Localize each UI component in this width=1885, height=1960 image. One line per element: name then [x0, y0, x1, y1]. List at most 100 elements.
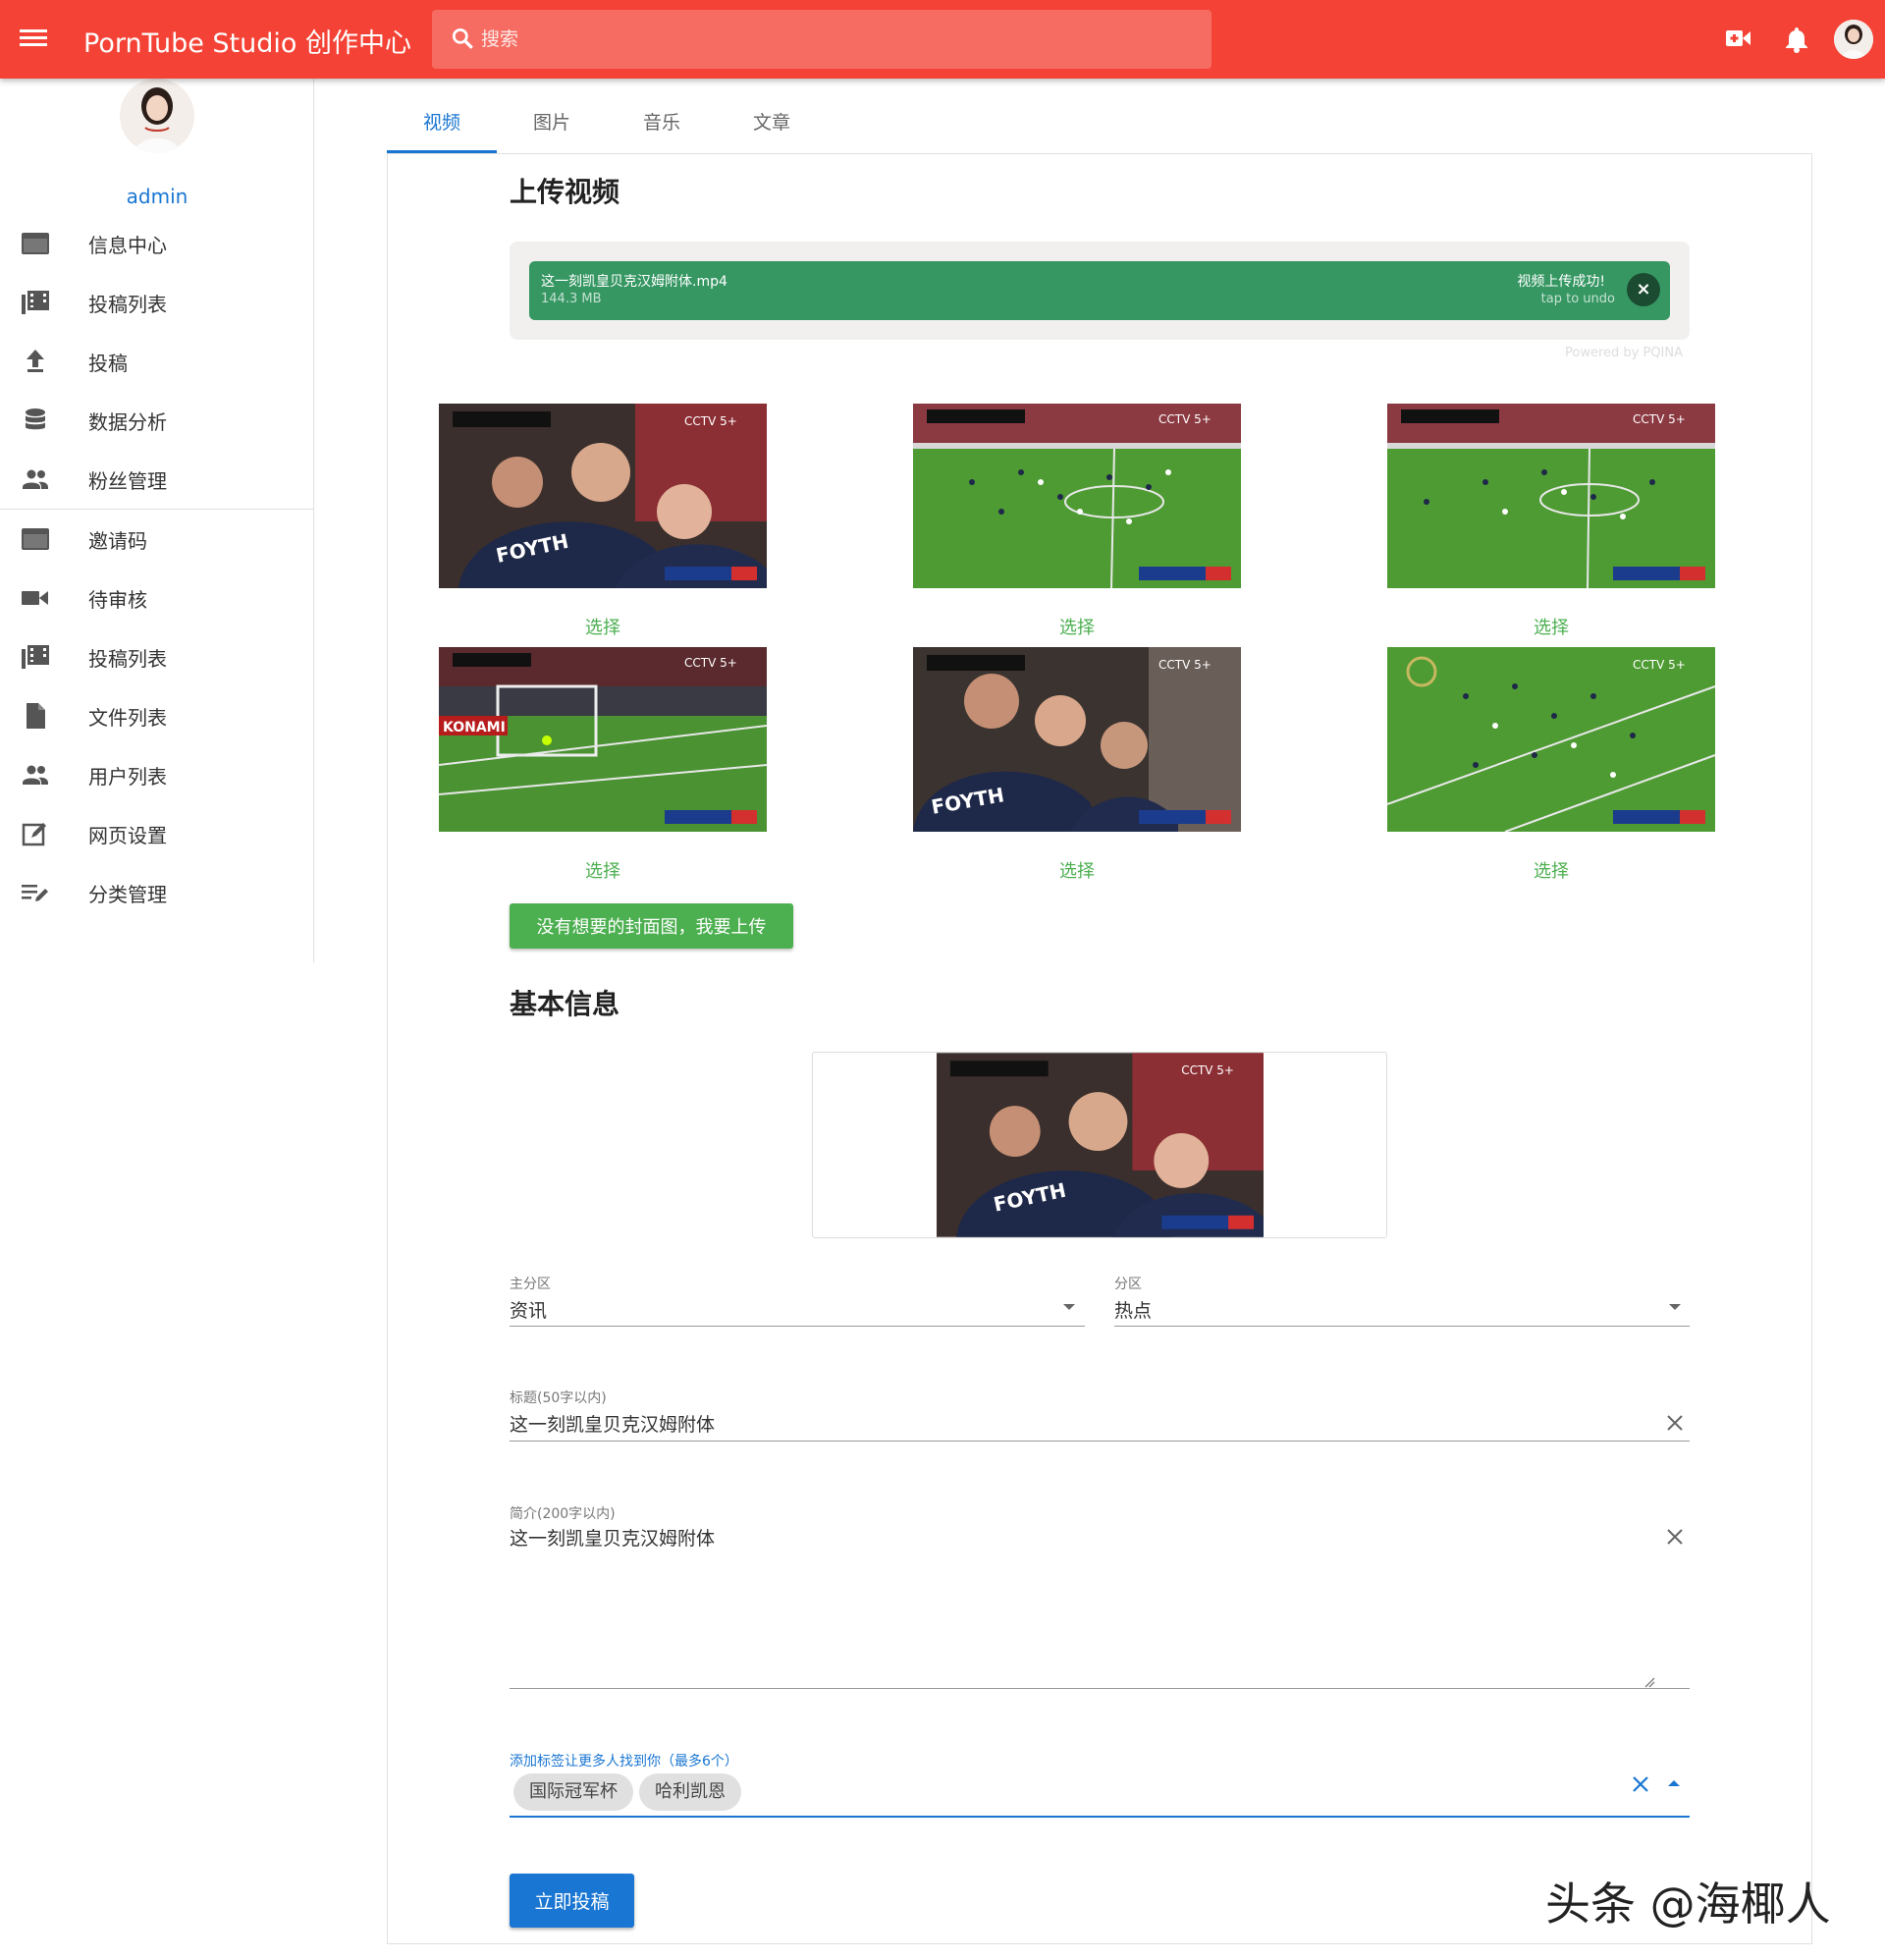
tag-chip[interactable]: 国际冠军杯	[513, 1773, 633, 1811]
tab-articles[interactable]: 文章	[717, 98, 827, 153]
sidebar-item-users[interactable]: 用户列表	[0, 745, 314, 804]
description-textarea[interactable]: 这一刻凯皇贝克汉姆附体	[510, 1524, 1648, 1681]
watermark: 头条 @海椰人	[1545, 1878, 1831, 1931]
sidebar-item-invite[interactable]: 邀请码	[0, 510, 314, 569]
sidebar-item-page-settings[interactable]: 网页设置	[0, 804, 314, 863]
upload-cover-button[interactable]: 没有想要的封面图，我要上传	[510, 903, 793, 949]
library-icon	[22, 291, 49, 314]
description-underline	[510, 1688, 1690, 1689]
clear-icon[interactable]	[1666, 1414, 1684, 1432]
selected-cover-image: CCTV 5+ FOYTH	[937, 1053, 1264, 1237]
file-icon	[27, 703, 45, 729]
search-icon	[452, 27, 473, 49]
sub-category-label: 分区	[1114, 1277, 1142, 1292]
sidebar-item-label: 投稿	[88, 352, 128, 375]
description-field-label: 简介(200字以内)	[510, 1506, 616, 1522]
dashboard-icon	[22, 233, 49, 254]
cover-thumbnail-2[interactable]: CCTV 5+	[913, 404, 1241, 588]
chevron-down-icon[interactable]	[1669, 1304, 1681, 1310]
choose-cover-5[interactable]: 选择	[913, 857, 1241, 883]
submit-button[interactable]: 立即投稿	[510, 1874, 634, 1928]
search-box[interactable]	[432, 10, 1212, 69]
choose-cover-6[interactable]: 选择	[1387, 857, 1715, 883]
file-size: 144.3 MB	[541, 292, 602, 306]
cover-thumbnail-4[interactable]: KONAMI CCTV 5+	[439, 647, 767, 832]
main-category-underline	[510, 1326, 1085, 1327]
tab-music[interactable]: 音乐	[607, 98, 717, 153]
title-field[interactable]: 这一刻凯皇贝克汉姆附体	[510, 1410, 1648, 1440]
sidebar-item-analytics[interactable]: 数据分析	[0, 391, 314, 450]
svg-text:CCTV 5+: CCTV 5+	[1181, 1063, 1234, 1077]
cover-thumbnail-1[interactable]: CCTV 5+ FOYTH	[439, 404, 767, 588]
sidebar-item-submissions[interactable]: 投稿列表	[0, 273, 314, 332]
tag-chip[interactable]: 哈利凯恩	[639, 1773, 741, 1811]
sidebar-item-review[interactable]: 待审核	[0, 569, 314, 627]
sidebar-item-submissions-2[interactable]: 投稿列表	[0, 627, 314, 686]
cover-thumbnail-3[interactable]: CCTV 5+	[1387, 404, 1715, 588]
app-bar: PornTube Studio 创作中心	[0, 0, 1885, 79]
clear-icon[interactable]	[1666, 1528, 1684, 1546]
tab-images[interactable]: 图片	[497, 98, 607, 153]
selected-cover-preview: CCTV 5+ FOYTH	[812, 1052, 1387, 1238]
sidebar-item-label: 分类管理	[88, 883, 167, 906]
sub-category-underline	[1114, 1326, 1690, 1327]
sidebar-item-files[interactable]: 文件列表	[0, 686, 314, 745]
svg-text:CCTV 5+: CCTV 5+	[684, 656, 737, 670]
sidebar-username[interactable]: admin	[0, 185, 314, 208]
svg-text:CCTV 5+: CCTV 5+	[1633, 658, 1686, 672]
sidebar-item-fans[interactable]: 粉丝管理	[0, 450, 314, 509]
svg-text:CCTV 5+: CCTV 5+	[1158, 658, 1212, 672]
clear-icon[interactable]	[1632, 1775, 1649, 1793]
cover-thumbnail-5[interactable]: CCTV 5+ FOYTH	[913, 647, 1241, 832]
sidebar-item-categories[interactable]: 分类管理	[0, 863, 314, 922]
people-icon	[23, 765, 48, 785]
people-icon	[23, 469, 48, 489]
resize-handle-icon[interactable]	[1643, 1676, 1655, 1688]
search-input[interactable]	[481, 10, 1168, 69]
choose-cover-3[interactable]: 选择	[1387, 614, 1715, 639]
sidebar-item-label: 待审核	[88, 588, 147, 612]
main-category-select[interactable]: 资讯	[510, 1296, 1084, 1326]
basic-info-heading: 基本信息	[510, 988, 620, 1020]
sidebar-item-label: 邀请码	[88, 529, 147, 553]
avatar[interactable]	[1834, 20, 1873, 59]
sub-category-select[interactable]: 热点	[1114, 1296, 1689, 1326]
menu-icon[interactable]	[20, 26, 47, 53]
video-call-icon[interactable]	[1726, 27, 1751, 49]
powered-by: Powered by PQINA	[1565, 346, 1684, 360]
choose-cover-2[interactable]: 选择	[913, 614, 1241, 639]
sidebar-item-label: 信息中心	[88, 234, 167, 257]
sidebar-item-label: 数据分析	[88, 410, 167, 434]
library-icon	[22, 645, 49, 669]
title-field-label: 标题(50字以内)	[510, 1390, 607, 1406]
choose-cover-4[interactable]: 选择	[439, 857, 767, 883]
sidebar-item-upload[interactable]: 投稿	[0, 332, 314, 391]
svg-text:CCTV 5+: CCTV 5+	[1158, 412, 1212, 426]
cover-thumbnail-6[interactable]: CCTV 5+	[1387, 647, 1715, 832]
sidebar-item-label: 投稿列表	[88, 647, 167, 671]
sidebar-item-label: 文件列表	[88, 706, 167, 730]
sidebar-item-label: 用户列表	[88, 765, 167, 789]
sidebar-item-dashboard[interactable]: 信息中心	[0, 214, 314, 273]
svg-text:CCTV 5+: CCTV 5+	[684, 414, 737, 428]
tags-underline	[510, 1816, 1690, 1818]
bell-icon[interactable]	[1784, 26, 1809, 53]
file-upload-area[interactable]: 这一刻凯皇贝克汉姆附体.mp4 144.3 MB 视频上传成功! tap to …	[510, 242, 1690, 340]
choose-cover-1[interactable]: 选择	[439, 614, 767, 639]
close-icon[interactable]: ×	[1627, 273, 1660, 306]
file-name: 这一刻凯皇贝克汉姆附体.mp4	[541, 274, 727, 290]
chevron-down-icon[interactable]	[1063, 1304, 1075, 1310]
upload-icon	[27, 350, 44, 372]
main-category-label: 主分区	[510, 1277, 551, 1292]
upload-status: 视频上传成功!	[1517, 274, 1605, 290]
undo-link[interactable]: tap to undo	[1541, 292, 1615, 306]
sidebar: admin 信息中心 投稿列表 投稿 数据分析 粉丝管理 邀请码 待审核 投稿列…	[0, 79, 314, 962]
sidebar-avatar[interactable]	[120, 79, 194, 153]
chevron-up-icon[interactable]	[1668, 1780, 1680, 1786]
tags-field-label: 添加标签让更多人找到你（最多6个）	[510, 1754, 738, 1769]
sidebar-item-label: 粉丝管理	[88, 469, 167, 493]
tab-video[interactable]: 视频	[387, 98, 497, 153]
upload-heading: 上传视频	[510, 176, 620, 208]
title-field-underline	[510, 1441, 1690, 1442]
uploaded-file-item: 这一刻凯皇贝克汉姆附体.mp4 144.3 MB 视频上传成功! tap to …	[529, 261, 1670, 320]
